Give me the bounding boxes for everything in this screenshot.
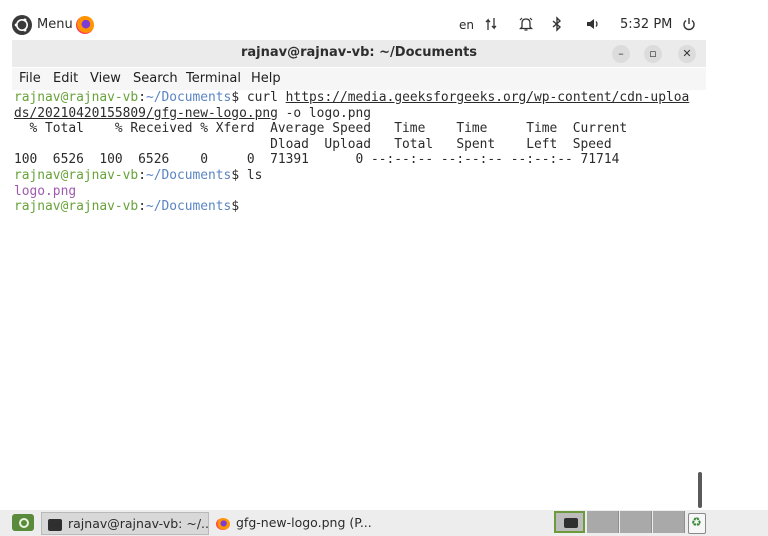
terminal-line-curl-command-cont: ds/20210420155809/gfg-new-logo.png -o lo… <box>14 106 371 122</box>
bottom-panel: rajnav@rajnav-vb: ~/... gfg-new-logo.png… <box>0 510 768 536</box>
ls-output-file: logo.png <box>14 183 77 199</box>
workspace-2[interactable] <box>587 511 619 533</box>
menu-view[interactable]: View <box>90 71 121 87</box>
firefox-launcher-icon[interactable] <box>76 16 94 34</box>
bluetooth-icon[interactable] <box>551 16 563 32</box>
prompt-end: $ <box>231 90 240 105</box>
terminal-line-curl-command: rajnav@rajnav-vb:~/Documents$ curl https… <box>14 90 689 106</box>
network-icon[interactable] <box>484 16 498 32</box>
command-text: ls <box>239 168 263 183</box>
menu-button[interactable]: Menu <box>37 16 73 34</box>
terminal-icon <box>564 518 578 528</box>
minimize-button[interactable]: – <box>612 45 630 63</box>
prompt-separator: : <box>138 168 146 183</box>
url-link-continued[interactable]: ds/20210420155809/gfg-new-logo.png <box>14 106 278 121</box>
close-button[interactable]: ✕ <box>678 45 696 63</box>
menu-terminal[interactable]: Terminal <box>186 71 241 87</box>
workspace-4[interactable] <box>653 511 685 533</box>
menu-search[interactable]: Search <box>133 71 178 87</box>
curl-progress-line: 100 6526 100 6526 0 0 71391 0 --:--:-- -… <box>14 152 620 168</box>
ubuntu-logo-icon[interactable] <box>12 15 32 35</box>
workspace-switcher <box>554 511 685 533</box>
prompt-user: rajnav@rajnav-vb <box>14 199 139 215</box>
menu-file[interactable]: File <box>19 71 41 87</box>
prompt-separator: : <box>138 199 146 215</box>
notification-bell-icon[interactable] <box>518 16 534 32</box>
keyboard-language-indicator[interactable]: en <box>459 16 474 34</box>
prompt-path: ~/Documents <box>145 90 232 105</box>
terminal-line-current-prompt: rajnav@rajnav-vb:~/Documents$ <box>14 199 239 215</box>
terminal-window: rajnav@rajnav-vb: ~/Documents – ▫ ✕ File… <box>12 40 706 510</box>
prompt-user: rajnav@rajnav-vb <box>14 90 139 105</box>
url-link[interactable]: https://media.geeksforgeeks.org/wp-conte… <box>286 90 690 105</box>
curl-header-line-1: % Total % Received % Xferd Average Speed… <box>14 121 628 137</box>
clock[interactable]: 5:32 PM <box>620 16 672 34</box>
taskbar-item-terminal[interactable]: rajnav@rajnav-vb: ~/... <box>41 512 209 535</box>
menu-edit[interactable]: Edit <box>53 71 78 87</box>
workspace-3[interactable] <box>620 511 652 533</box>
prompt-end: $ <box>231 199 240 215</box>
terminal-scrollbar[interactable] <box>698 472 702 508</box>
volume-icon[interactable] <box>585 16 601 32</box>
command-text: -o logo.png <box>277 105 372 121</box>
prompt-path: ~/Documents <box>145 168 232 183</box>
prompt-end: $ <box>231 168 240 183</box>
taskbar-item-firefox[interactable]: gfg-new-logo.png (P... <box>210 512 380 533</box>
taskbar-item-label: rajnav@rajnav-vb: ~/... <box>68 516 209 531</box>
menu-help[interactable]: Help <box>251 71 281 87</box>
taskbar-item-label: gfg-new-logo.png (P... <box>236 515 372 530</box>
prompt-user: rajnav@rajnav-vb <box>14 168 139 183</box>
firefox-icon <box>216 517 230 530</box>
menu-bar: File Edit View Search Terminal Help <box>12 68 706 90</box>
command-text: curl <box>239 90 286 105</box>
terminal-icon <box>48 518 62 531</box>
curl-header-line-2: Dload Upload Total Spent Left Speed <box>14 136 612 152</box>
terminal-line-ls-command: rajnav@rajnav-vb:~/Documents$ ls <box>14 168 262 184</box>
window-title: rajnav@rajnav-vb: ~/Documents <box>240 45 478 60</box>
trash-icon[interactable] <box>688 513 706 534</box>
workspace-1[interactable] <box>554 511 585 533</box>
prompt-separator: : <box>138 90 146 105</box>
terminal-output[interactable]: rajnav@rajnav-vb:~/Documents$ curl https… <box>12 90 706 510</box>
power-icon[interactable] <box>682 16 696 32</box>
prompt-path: ~/Documents <box>145 199 232 215</box>
maximize-button[interactable]: ▫ <box>644 45 662 63</box>
show-desktop-icon[interactable] <box>12 514 34 531</box>
window-titlebar[interactable]: rajnav@rajnav-vb: ~/Documents – ▫ ✕ <box>12 40 706 67</box>
